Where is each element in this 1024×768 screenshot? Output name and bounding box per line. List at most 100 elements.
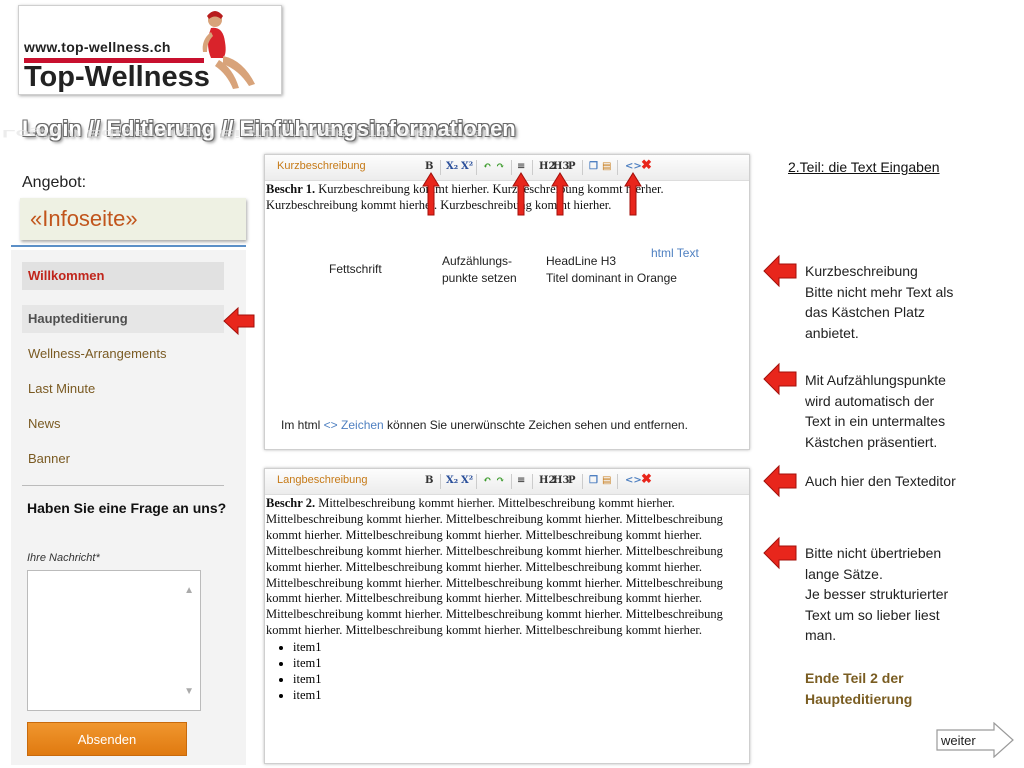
toolbar-separator	[511, 474, 512, 489]
redo-icon[interactable]: ↷	[496, 475, 504, 486]
kurz-line-4: anbietet.	[805, 324, 859, 341]
annotation-aufzaehlung-1: Aufzählungs-	[442, 254, 513, 268]
annotation-html-text: html Text	[651, 246, 699, 260]
message-label: Ihre Nachricht*	[27, 552, 100, 564]
editor-kurzbeschreibung[interactable]: Kurzbeschreibung B X₂ X² ↶ ↷ ≡ H2 H3 P ❐…	[264, 154, 750, 450]
list-item: item1	[293, 687, 321, 703]
editor-label: Kurzbeschreibung	[277, 160, 366, 172]
html-note-post: können Sie unerwünschte Zeichen sehen un…	[383, 418, 688, 432]
bitte-note: Bitte nicht übertrieben lange Sätze. Je …	[805, 543, 1005, 646]
bitte-line-3: Je besser strukturierter	[805, 586, 949, 602]
editor-text: Mittelbeschreibung kommt hierher. Mittel…	[266, 496, 723, 638]
arrow-up-icon	[422, 172, 440, 216]
bold-lead: Beschr 2.	[266, 496, 316, 510]
toolbar-separator	[617, 160, 618, 175]
arrow-left-icon	[763, 536, 797, 570]
paste-icon[interactable]: ▤	[602, 161, 611, 172]
arrow-left-icon	[223, 306, 255, 336]
superscript-button[interactable]: X²	[461, 161, 473, 172]
aufz-line-2: wird automatisch der	[805, 392, 935, 409]
aufz-line-1: Mit Aufzählungspunkte	[805, 372, 946, 388]
paragraph-button[interactable]: P	[568, 475, 576, 486]
section-title: 2.Teil: die Text Eingaben	[788, 159, 940, 175]
toolbar-separator	[532, 474, 533, 489]
kurz-line-1: Kurzbeschreibung	[805, 263, 918, 279]
html-source-icon[interactable]: <>	[625, 475, 642, 486]
arrow-left-icon	[763, 362, 797, 396]
list-icon[interactable]: ≡	[517, 475, 525, 486]
arrow-up-icon	[512, 172, 530, 216]
kurz-note: Kurzbeschreibung Bitte nicht mehr Text a…	[805, 261, 1005, 343]
nav-item-news[interactable]: News	[22, 410, 224, 438]
list-icon[interactable]: ≡	[517, 161, 525, 172]
toolbar-separator	[532, 160, 533, 175]
editor-label: Langbeschreibung	[277, 474, 368, 486]
auch-note: Auch hier den Texteditor	[805, 473, 956, 489]
editor-langbeschreibung[interactable]: Langbeschreibung B X₂ X² ↶ ↷ ≡ H2 H3 P ❐…	[264, 468, 750, 764]
h3-button[interactable]: H3	[553, 161, 569, 172]
html-source-icon[interactable]: <>	[625, 161, 642, 172]
list-item: item1	[293, 655, 321, 671]
editor-toolbar: Kurzbeschreibung B X₂ X² ↶ ↷ ≡ H2 H3 P ❐…	[265, 155, 749, 181]
arrow-left-icon	[763, 464, 797, 498]
divider	[11, 245, 246, 247]
undo-icon[interactable]: ↶	[483, 161, 491, 172]
logo: www.top-wellness.ch Top-Wellness	[18, 5, 282, 95]
bold-lead: Beschr 1.	[266, 182, 316, 196]
message-textarea[interactable]: ▲ ▼	[27, 570, 201, 711]
superscript-button[interactable]: X²	[461, 475, 473, 486]
bullet-list: item1 item1 item1 item1	[283, 639, 321, 703]
paste-icon[interactable]: ▤	[602, 475, 611, 486]
nav-separator	[22, 485, 224, 486]
annotation-headline-2: Titel dominant in Orange	[546, 271, 677, 285]
arrow-left-icon	[763, 254, 797, 288]
nav-item-last-minute[interactable]: Last Minute	[22, 375, 224, 403]
nav-item-haupteditierung[interactable]: Haupteditierung	[22, 305, 224, 333]
copy-icon[interactable]: ❐	[589, 475, 598, 486]
bold-button[interactable]: B	[425, 161, 433, 172]
redo-icon[interactable]: ↷	[496, 161, 504, 172]
copy-icon[interactable]: ❐	[589, 161, 598, 172]
toolbar-separator	[476, 474, 477, 489]
nav-item-willkommen[interactable]: Willkommen	[22, 262, 224, 290]
logo-name: Top-Wellness	[24, 61, 210, 93]
bold-button[interactable]: B	[425, 475, 433, 486]
bitte-line-4: Text um so lieber liest	[805, 606, 940, 623]
kurz-line-3: das Kästchen Platz	[805, 304, 925, 320]
arrow-up-icon	[624, 172, 642, 216]
angebot-label: Angebot:	[22, 174, 87, 191]
logo-url: www.top-wellness.ch	[24, 39, 171, 55]
subscript-button[interactable]: X₂	[446, 161, 458, 172]
weiter-label[interactable]: weiter	[941, 733, 976, 748]
h3-button[interactable]: H3	[553, 475, 569, 486]
bitte-line-2: lange Sätze.	[805, 565, 883, 582]
scroll-down-icon[interactable]: ▼	[184, 686, 194, 697]
ende-note: Ende Teil 2 der Haupteditierung	[805, 668, 1005, 709]
editor-content[interactable]: Beschr 2. Mittelbeschreibung kommt hierh…	[266, 496, 744, 639]
toolbar-separator	[440, 160, 441, 175]
nav-item-wellness-arrangements[interactable]: Wellness-Arrangements	[22, 340, 224, 368]
ende-line-1: Ende Teil 2 der	[805, 670, 904, 686]
ende-line-2: Haupteditierung	[805, 690, 913, 707]
annotation-fettschrift: Fettschrift	[329, 262, 382, 276]
submit-button[interactable]: Absenden	[27, 722, 187, 756]
subscript-button[interactable]: X₂	[446, 475, 458, 486]
aufz-line-3: Text in ein untermaltes	[805, 413, 946, 429]
clear-format-icon[interactable]: ✖	[641, 472, 652, 487]
editor-text: Kurzbeschreibung kommt hierher. Kurzbesc…	[266, 182, 664, 212]
html-note: Im html <> Zeichen können Sie unerwünsch…	[281, 418, 688, 432]
clear-format-icon[interactable]: ✖	[641, 158, 652, 173]
editor-toolbar: Langbeschreibung B X₂ X² ↶ ↷ ≡ H2 H3 P ❐…	[265, 469, 749, 495]
toolbar-separator	[582, 474, 583, 489]
paragraph-button[interactable]: P	[568, 161, 576, 172]
nav-item-banner[interactable]: Banner	[22, 445, 224, 473]
infoseite-banner: «Infoseite»	[20, 198, 246, 240]
scroll-up-icon[interactable]: ▲	[184, 585, 194, 596]
annotation-headline-1: HeadLine H3	[546, 254, 617, 268]
toolbar-separator	[440, 474, 441, 489]
page-title-reflection: Login // Editierung // Einführungsinform…	[2, 127, 496, 141]
contact-question: Haben Sie eine Frage an uns?	[27, 500, 227, 516]
undo-icon[interactable]: ↶	[483, 475, 491, 486]
aufz-note: Mit Aufzählungspunkte wird automatisch d…	[805, 370, 1005, 452]
editor-content[interactable]: Beschr 1. Kurzbeschreibung kommt hierher…	[266, 182, 744, 214]
